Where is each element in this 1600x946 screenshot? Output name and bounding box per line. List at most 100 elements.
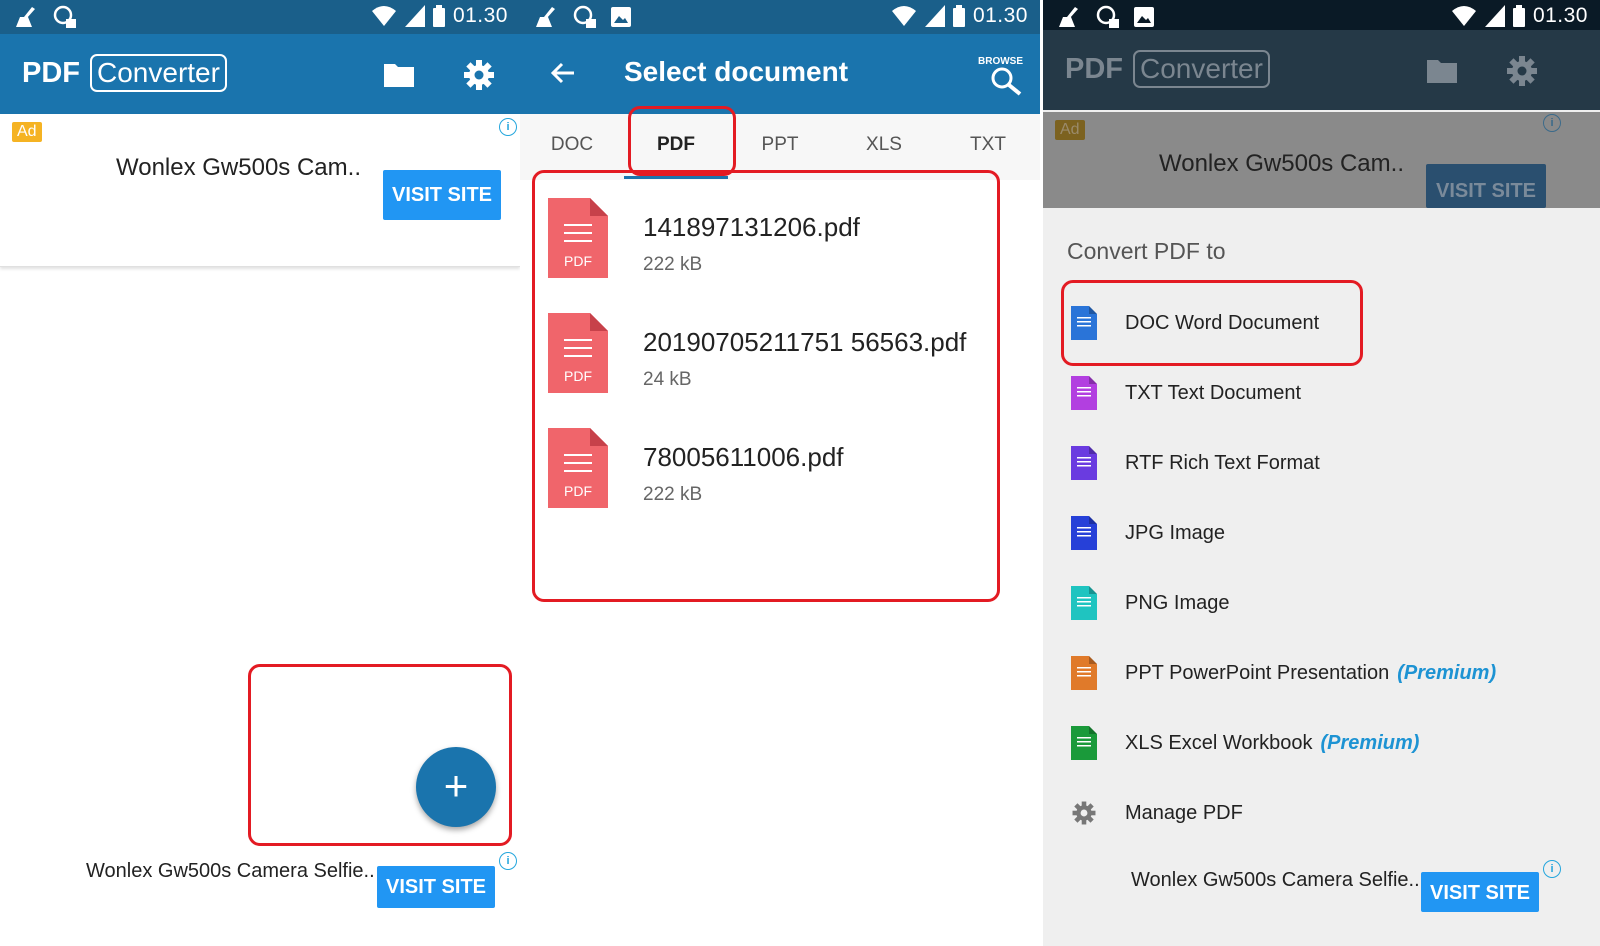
ppt-doc-icon bbox=[1071, 656, 1097, 690]
signal-icon bbox=[924, 5, 945, 27]
brand-box: Converter bbox=[90, 54, 227, 92]
image-icon bbox=[611, 7, 631, 27]
pdf-icon-label: PDF bbox=[564, 253, 592, 269]
file-item[interactable]: PDF 141897131206.pdf 222 kB bbox=[548, 198, 1018, 298]
convert-option[interactable]: XLS Excel Workbook (Premium) bbox=[1067, 720, 1587, 770]
convert-option[interactable]: PPT PowerPoint Presentation (Premium) bbox=[1067, 650, 1587, 700]
convert-option-label: Manage PDF bbox=[1125, 802, 1243, 825]
ad-title: Wonlex Gw500s Cam.. bbox=[1159, 150, 1404, 177]
search-icon bbox=[991, 67, 1022, 96]
convert-option[interactable]: RTF Rich Text Format bbox=[1067, 440, 1587, 490]
option-text: DOC Word Document bbox=[1125, 312, 1320, 334]
type-tabs: DOC PDF PPT XLS TXT bbox=[520, 114, 1040, 180]
clock: 01.30 bbox=[452, 4, 508, 27]
signal-icon bbox=[1484, 5, 1505, 27]
clock: 01.30 bbox=[972, 4, 1028, 27]
call-lock-icon bbox=[573, 5, 596, 28]
gear-icon bbox=[1507, 56, 1537, 86]
file-item[interactable]: PDF 20190705211751 56563.pdf 24 kB bbox=[548, 313, 1018, 413]
convert-option-label: JPG Image bbox=[1125, 522, 1225, 545]
gear-icon bbox=[1072, 801, 1096, 825]
folder-icon[interactable] bbox=[382, 58, 416, 92]
call-lock-icon bbox=[53, 5, 76, 28]
premium-badge: (Premium) bbox=[1320, 732, 1420, 754]
convert-sheet-title: Convert PDF to bbox=[1067, 238, 1226, 264]
gear-icon[interactable] bbox=[462, 58, 496, 92]
convert-sheet-screen: 01.30 PDF Converter Ad i Wonlex Gw500s C… bbox=[1043, 0, 1600, 946]
tab-xls[interactable]: XLS bbox=[844, 134, 924, 156]
status-bar: 01.30 bbox=[1043, 0, 1600, 34]
rtf-doc-icon bbox=[1071, 446, 1097, 480]
tab-doc[interactable]: DOC bbox=[532, 134, 612, 156]
tab-ppt[interactable]: PPT bbox=[740, 134, 820, 156]
bottom-visit-site-button[interactable]: VISIT SITE bbox=[377, 866, 495, 908]
brand-box: Converter bbox=[1133, 50, 1270, 88]
txt-doc-icon bbox=[1071, 376, 1097, 410]
wifi-icon bbox=[891, 6, 916, 26]
wifi-icon bbox=[371, 6, 396, 26]
cleaner-broom-icon bbox=[536, 7, 555, 27]
tab-txt[interactable]: TXT bbox=[948, 134, 1028, 156]
banner-ad[interactable]: Ad i Wonlex Gw500s Cam.. VISIT SITE bbox=[0, 114, 520, 267]
add-fab-button[interactable]: + bbox=[416, 747, 496, 827]
option-text: RTF Rich Text Format bbox=[1125, 452, 1320, 474]
xls-doc-icon bbox=[1071, 726, 1097, 760]
bottom-ad-info-icon[interactable]: i bbox=[499, 852, 517, 870]
convert-option[interactable]: Manage PDF bbox=[1067, 790, 1587, 840]
convert-option[interactable]: TXT Text Document bbox=[1067, 370, 1587, 420]
convert-option[interactable]: DOC Word Document bbox=[1067, 300, 1587, 350]
ad-badge: Ad bbox=[12, 122, 42, 142]
bottom-ad-info-icon[interactable]: i bbox=[1543, 860, 1561, 878]
battery-icon bbox=[1512, 5, 1525, 27]
back-arrow-icon[interactable] bbox=[548, 58, 578, 88]
file-name: 20190705211751 56563.pdf bbox=[643, 327, 967, 357]
app-bar: Select document BROWSE bbox=[520, 34, 1040, 114]
signal-icon bbox=[404, 5, 425, 27]
pdf-file-icon: PDF bbox=[548, 313, 608, 393]
active-tab-indicator bbox=[624, 176, 728, 179]
call-lock-icon bbox=[1096, 5, 1119, 28]
file-size: 222 kB bbox=[643, 254, 703, 275]
page-title: Select document bbox=[624, 56, 849, 87]
file-item[interactable]: PDF 78005611006.pdf 222 kB bbox=[548, 428, 1018, 528]
ad-info-icon[interactable]: i bbox=[499, 118, 517, 136]
status-bar: 01.30 bbox=[0, 0, 520, 34]
pdf-file-icon: PDF bbox=[548, 428, 608, 508]
app-logo: PDF Converter bbox=[22, 54, 227, 92]
battery-icon bbox=[432, 5, 445, 27]
convert-option-label: DOC Word Document bbox=[1125, 312, 1319, 335]
file-name: 78005611006.pdf bbox=[643, 442, 844, 472]
visit-site-button: VISIT SITE bbox=[1426, 164, 1546, 208]
brand-main: PDF bbox=[1065, 52, 1123, 85]
browse-button[interactable]: BROWSE bbox=[978, 52, 1026, 98]
pdf-icon-label: PDF bbox=[564, 483, 592, 499]
status-bar: 01.30 bbox=[520, 0, 1040, 34]
jpg-image-icon bbox=[1071, 516, 1097, 550]
option-text: PPT PowerPoint Presentation bbox=[1125, 662, 1390, 684]
bottom-visit-site-button[interactable]: VISIT SITE bbox=[1421, 872, 1539, 912]
battery-icon bbox=[952, 5, 965, 27]
convert-option[interactable]: PNG Image bbox=[1067, 580, 1587, 630]
app-logo: PDF Converter bbox=[1065, 50, 1270, 88]
app-bar-dimmed: PDF Converter bbox=[1043, 30, 1600, 110]
file-name: 141897131206.pdf bbox=[643, 212, 860, 242]
option-text: TXT Text Document bbox=[1125, 382, 1301, 404]
png-image-icon bbox=[1071, 586, 1097, 620]
wifi-icon bbox=[1451, 6, 1476, 26]
tab-pdf[interactable]: PDF bbox=[636, 134, 716, 156]
app-bar: PDF Converter bbox=[0, 34, 520, 114]
pdf-file-icon: PDF bbox=[548, 198, 608, 278]
visit-site-button[interactable]: VISIT SITE bbox=[383, 170, 501, 220]
convert-option-label: XLS Excel Workbook (Premium) bbox=[1125, 732, 1419, 755]
convert-option[interactable]: JPG Image bbox=[1067, 510, 1587, 560]
ad-info-icon: i bbox=[1543, 114, 1561, 132]
brand-main: PDF bbox=[22, 56, 80, 89]
pdf-icon-label: PDF bbox=[564, 368, 592, 384]
premium-badge: (Premium) bbox=[1397, 662, 1497, 684]
convert-option-label: PPT PowerPoint Presentation (Premium) bbox=[1125, 662, 1496, 685]
convert-option-label: PNG Image bbox=[1125, 592, 1229, 615]
ad-title: Wonlex Gw500s Cam.. bbox=[116, 154, 361, 181]
folder-icon bbox=[1427, 60, 1457, 83]
option-text: PNG Image bbox=[1125, 592, 1230, 614]
cleaner-broom-icon bbox=[16, 7, 35, 27]
